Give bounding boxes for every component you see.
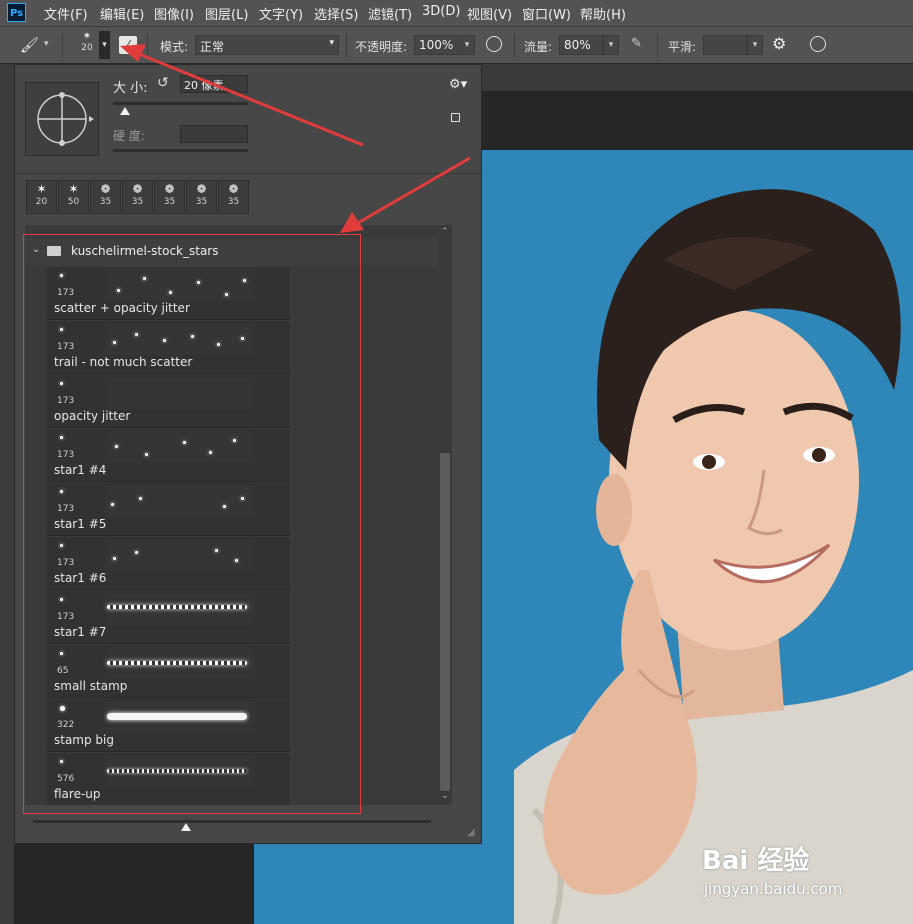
- menu-type[interactable]: 文字(Y): [259, 4, 303, 23]
- recent-brush-tip[interactable]: ✶ 20: [26, 180, 57, 214]
- menu-window[interactable]: 窗口(W): [522, 4, 571, 23]
- brush-angle-icon: [37, 92, 94, 146]
- size-slider-track[interactable]: [113, 102, 248, 105]
- brush-tool-icon[interactable]: 🖌: [20, 36, 39, 54]
- recent-brush-tip[interactable]: ❁ 35: [186, 180, 217, 214]
- flow-label: 流量:: [524, 40, 553, 54]
- menu-filter[interactable]: 滤镜(T): [368, 4, 412, 23]
- brush-picker-dropdown[interactable]: ▾: [99, 31, 110, 59]
- menu-help[interactable]: 帮助(H): [580, 4, 626, 23]
- tool-panel-edge: [0, 64, 14, 924]
- brush-settings-panel-icon[interactable]: ⁄: [119, 36, 137, 54]
- brush-preset-picker[interactable]: ✶ 20: [74, 31, 100, 59]
- pressure-size-icon[interactable]: [810, 36, 826, 52]
- brush-angle-preview[interactable]: [25, 82, 99, 156]
- recent-brush-tip[interactable]: ✶ 50: [58, 180, 89, 214]
- menu-file[interactable]: 文件(F): [44, 4, 88, 23]
- opacity-dropdown[interactable]: ▾: [459, 35, 475, 55]
- mode-label: 模式:: [160, 40, 189, 54]
- chevron-down-icon[interactable]: ⌄: [441, 791, 449, 801]
- recent-brush-tip[interactable]: ❁ 35: [122, 180, 153, 214]
- panel-gear-icon[interactable]: ⚙▾: [449, 77, 467, 92]
- smoothing-dropdown[interactable]: ▾: [747, 35, 763, 55]
- reset-size-icon[interactable]: ↺: [157, 75, 169, 91]
- brush-size-preview: 20: [81, 43, 93, 53]
- smoothing-input[interactable]: [703, 35, 747, 55]
- recent-brush-tip[interactable]: ❁ 35: [90, 180, 121, 214]
- star-brush-icon: ✶: [82, 31, 92, 42]
- gear-icon[interactable]: ⚙: [772, 34, 786, 53]
- resize-grip-icon[interactable]: ◢: [467, 827, 475, 838]
- brush-list-scrollbar[interactable]: ⌃ ⌄: [438, 225, 452, 805]
- opacity-label: 不透明度:: [355, 40, 408, 54]
- mode-select[interactable]: 正常 ▾: [195, 35, 339, 55]
- smoothing-label: 平滑:: [668, 40, 697, 54]
- preview-size-slider-knob[interactable]: [181, 823, 191, 831]
- photoshop-logo-icon: Ps: [7, 3, 26, 22]
- menu-edit[interactable]: 编辑(E): [100, 4, 144, 23]
- pressure-opacity-icon[interactable]: [486, 36, 502, 52]
- flow-dropdown[interactable]: ▾: [603, 35, 619, 55]
- new-preset-icon[interactable]: [451, 113, 460, 122]
- baidu-watermark: Bai 经验: [702, 846, 810, 876]
- size-input[interactable]: 20 像素: [180, 75, 248, 93]
- size-slider-knob[interactable]: [120, 107, 130, 115]
- hardness-label: 硬 度:: [113, 129, 145, 143]
- chevron-down-icon: ▾: [329, 38, 334, 48]
- hardness-slider-track[interactable]: [113, 149, 248, 152]
- watermark-url: jingyan.baidu.com: [704, 880, 843, 898]
- options-bar: 🖌 ▾ ✶ 20 ▾ ⁄ 模式: 正常 ▾ 不透明度: 100% ▾ 流量: 8…: [0, 27, 913, 64]
- menu-image[interactable]: 图像(I): [154, 4, 194, 23]
- recent-brush-tip[interactable]: ❁ 35: [154, 180, 185, 214]
- menu-view[interactable]: 视图(V): [467, 4, 512, 23]
- menu-3d[interactable]: 3D(D): [422, 4, 460, 19]
- chevron-up-icon[interactable]: ⌃: [441, 227, 449, 237]
- hardness-input[interactable]: [180, 125, 248, 143]
- menu-select[interactable]: 选择(S): [314, 4, 358, 23]
- airbrush-icon[interactable]: ✎: [631, 36, 642, 51]
- scrollbar-thumb[interactable]: [440, 453, 450, 791]
- chevron-down-icon[interactable]: ▾: [44, 39, 49, 49]
- opacity-input[interactable]: 100%: [414, 35, 458, 55]
- menu-layer[interactable]: 图层(L): [205, 4, 248, 23]
- highlight-box: [23, 234, 361, 814]
- brush-preset-panel: 大 小: ↺ 20 像素 硬 度: ⚙▾ ✶ 20 ✶ 50 ❁ 35 ❁ 35 ❁ 35…: [14, 64, 482, 844]
- menu-bar: Ps 文件(F) 编辑(E) 图像(I) 图层(L) 文字(Y) 选择(S) 滤…: [0, 0, 913, 27]
- preview-size-slider-track[interactable]: [33, 820, 431, 823]
- size-label: 大 小:: [113, 81, 148, 96]
- flow-input[interactable]: 80%: [559, 35, 603, 55]
- recent-brush-tip[interactable]: ❁ 35: [218, 180, 249, 214]
